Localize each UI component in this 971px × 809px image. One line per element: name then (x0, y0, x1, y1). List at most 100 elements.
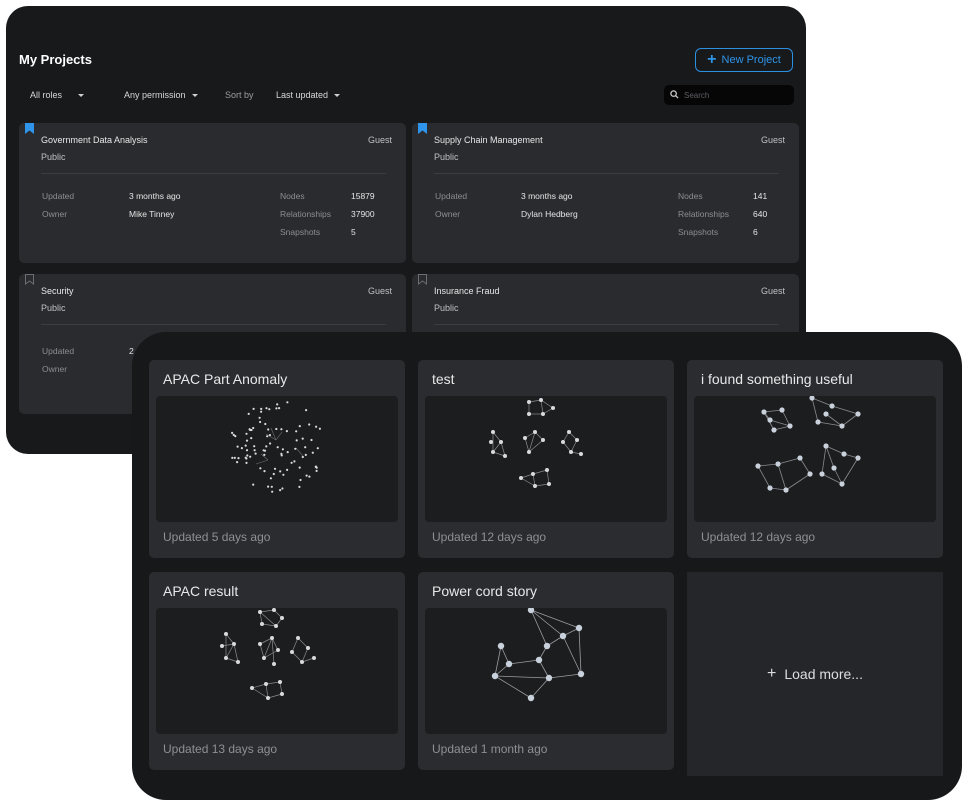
graph-node (301, 455, 304, 459)
graph-node (286, 451, 289, 454)
graph-node (231, 456, 234, 459)
graph-node (268, 408, 271, 411)
new-project-button[interactable]: + New Project (695, 48, 793, 72)
graph-node (294, 447, 297, 450)
chevron-down-icon (334, 94, 341, 98)
graph-node (298, 485, 301, 488)
graph-preview (156, 608, 398, 734)
graph-card[interactable]: APAC Part Anomaly Updated 5 days ago (149, 360, 405, 558)
graph-node (275, 407, 278, 410)
graph-node (240, 447, 243, 450)
graph-node (263, 449, 267, 452)
network-graph-image (220, 608, 316, 700)
network-graph-image (231, 401, 321, 493)
graph-nodes (491, 606, 585, 702)
divider (41, 173, 386, 174)
graph-card[interactable]: Power cord story Updated 1 month ago (418, 572, 674, 770)
graph-updated: Updated 12 days ago (701, 530, 816, 544)
graph-preview (694, 395, 936, 522)
load-more-button[interactable]: + Load more... (687, 572, 943, 776)
graph-node (258, 416, 261, 419)
graph-node (276, 446, 279, 449)
project-visibility: Public (434, 152, 459, 162)
graph-node (272, 472, 275, 476)
project-card[interactable]: Supply Chain Management Public Guest Upd… (412, 123, 799, 263)
graph-updated: Updated 12 days ago (432, 530, 547, 544)
graph-node (305, 474, 308, 477)
bookmark-outline-icon[interactable] (25, 274, 34, 285)
graph-updated: Updated 13 days ago (163, 742, 278, 756)
project-role: Guest (367, 286, 392, 296)
search-input[interactable]: Search (664, 85, 794, 105)
page-title: My Projects (19, 52, 92, 67)
load-more-label: Load more... (784, 666, 863, 682)
sort-select[interactable]: Last updated (276, 90, 341, 100)
graph-node (245, 461, 248, 464)
graph-node (252, 483, 255, 486)
bookmark-icon[interactable] (418, 123, 427, 134)
relationships-label: Relationships (280, 209, 332, 219)
graph-node (266, 435, 269, 438)
graph-node (285, 430, 288, 433)
relationships-value: 640 (753, 209, 768, 219)
bookmark-outline-icon[interactable] (418, 274, 427, 285)
permission-filter[interactable]: Any permission (124, 90, 198, 100)
project-card[interactable]: Government Data Analysis Public Guest Up… (19, 123, 406, 263)
graph-node (249, 455, 252, 458)
graph-node (311, 451, 314, 454)
relationships-value: 37900 (351, 209, 375, 219)
graph-node (304, 453, 307, 456)
graph-node (316, 447, 319, 450)
owner-label: Owner (435, 209, 461, 219)
project-visibility: Public (41, 152, 66, 162)
graph-node (250, 437, 253, 440)
graph-node (295, 439, 298, 442)
graph-node (263, 453, 266, 456)
graph-node (280, 428, 283, 431)
graph-node (295, 430, 298, 433)
graph-nodes (231, 401, 321, 493)
graph-node (232, 433, 235, 436)
graph-node (270, 485, 273, 488)
graph-node (310, 438, 313, 442)
project-name: Supply Chain Management (434, 135, 543, 145)
graph-node (318, 427, 321, 430)
graph-title: APAC Part Anomaly (163, 371, 288, 387)
graph-node (259, 467, 262, 470)
graph-node (279, 489, 282, 492)
graphs-window: APAC Part Anomaly Updated 5 days ago tes… (132, 332, 962, 800)
owner-value: Mike Tinney (129, 209, 175, 219)
graph-node (245, 457, 248, 460)
graph-node (245, 439, 249, 442)
graph-node (252, 407, 255, 410)
graph-node (281, 487, 284, 490)
graph-node (308, 475, 311, 478)
roles-filter[interactable]: All roles (30, 90, 85, 100)
project-name: Insurance Fraud (434, 286, 500, 296)
graph-node (254, 452, 257, 455)
bookmark-icon[interactable] (25, 123, 34, 134)
graph-nodes (489, 398, 583, 488)
graph-node (245, 449, 249, 452)
graph-node (305, 409, 308, 412)
graph-preview (425, 606, 667, 734)
graph-node (290, 461, 293, 464)
graph-node (253, 449, 256, 452)
graph-node (286, 468, 289, 471)
updated-value: 3 months ago (129, 191, 181, 201)
network-graph-image (489, 398, 583, 488)
graph-node (276, 403, 279, 406)
graph-node (308, 423, 311, 426)
graph-card[interactable]: test Updated 12 days ago (418, 360, 674, 558)
graph-card[interactable]: APAC result Updated 13 days ago (149, 572, 405, 770)
graph-node (304, 446, 307, 449)
search-icon (670, 90, 679, 99)
snapshots-value: 5 (351, 227, 356, 237)
graph-node (263, 470, 266, 473)
graph-node (260, 407, 263, 410)
project-visibility: Public (434, 303, 459, 313)
graph-card[interactable]: i found something useful Updated 12 days… (687, 360, 943, 558)
graph-node (314, 465, 318, 468)
graph-node (280, 452, 283, 455)
graph-node (236, 461, 239, 464)
